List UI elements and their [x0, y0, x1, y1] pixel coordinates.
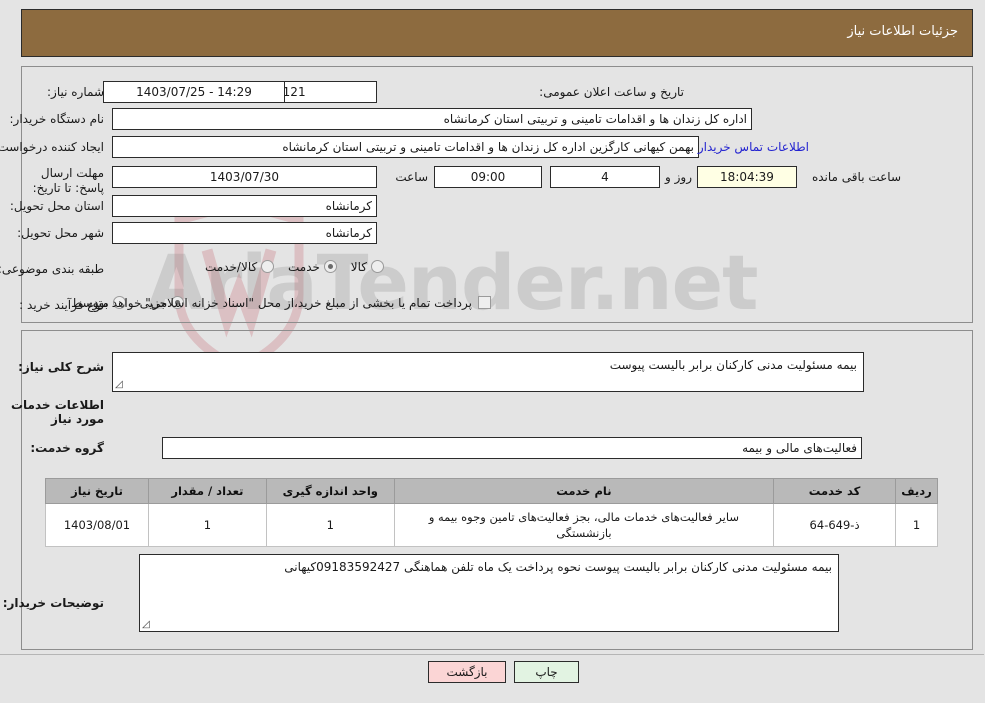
cell-quantity: 1	[148, 503, 268, 547]
buyer-notes-text: بیمه مسئولیت مدنی کارکنان برابر بالیست پ…	[285, 560, 833, 574]
deadline-days-label: روز و	[666, 170, 693, 184]
radio-khedmat[interactable]	[324, 260, 338, 273]
service-items-table: ردیف کد خدمت نام خدمت واحد اندازه گیری ت…	[46, 478, 939, 547]
back-button[interactable]: بازگشت	[429, 661, 507, 683]
delivery-city-label: شهر محل تحویل:	[18, 226, 105, 240]
treasury-checkbox[interactable]	[479, 296, 492, 309]
announce-datetime-label: تاریخ و ساعت اعلان عمومی:	[540, 85, 685, 99]
delivery-province-field[interactable]: کرمانشاه	[113, 195, 378, 217]
page-title: جزئیات اطلاعات نیاز	[848, 24, 959, 39]
cell-need-date: 1403/08/01	[46, 503, 150, 547]
subject-classification-radio-group[interactable]: کالا خدمت کالا/خدمت	[196, 260, 385, 274]
deadline-timer-label: ساعت باقی مانده	[812, 170, 902, 184]
buyer-notes-textarea[interactable]: بیمه مسئولیت مدنی کارکنان برابر بالیست پ…	[140, 554, 840, 632]
deadline-time-label: ساعت	[396, 170, 429, 184]
treasury-checkbox-group[interactable]: پرداخت تمام یا بخشی از مبلغ خرید،از محل …	[90, 296, 492, 310]
col-need-date: تاریخ نیاز	[46, 478, 150, 504]
buyer-org-label: نام دستگاه خریدار:	[10, 112, 106, 126]
table-row: 1 ذ-649-64 سایر فعالیت‌های خدمات مالی، ب…	[46, 503, 939, 547]
cell-unit: 1	[266, 503, 396, 547]
col-unit: واحد اندازه گیری	[266, 478, 396, 504]
subject-classification-label: طبقه بندی موضوعی:	[0, 262, 105, 276]
deadline-time-field[interactable]: 09:00	[435, 166, 543, 188]
resize-grip-icon[interactable]: ◺	[116, 379, 126, 390]
radio-kala-khedmat-label: کالا/خدمت	[206, 260, 259, 274]
table-header-row: ردیف کد خدمت نام خدمت واحد اندازه گیری ت…	[46, 478, 939, 504]
radio-kala-label: کالا	[351, 260, 368, 274]
cell-service-name: سایر فعالیت‌های خدمات مالی، بجز فعالیت‌ه…	[394, 503, 776, 547]
deadline-timer-field: 18:04:39	[698, 166, 798, 188]
need-number-label: شماره نیاز:	[48, 85, 105, 99]
general-description-textarea[interactable]: بیمه مسئولیت مدنی کارکنان برابر بالیست پ…	[113, 352, 865, 392]
buyer-notes-label: توضیحات خریدار:	[3, 596, 105, 610]
deadline-days-field[interactable]: 4	[551, 166, 661, 188]
general-description-text: بیمه مسئولیت مدنی کارکنان برابر بالیست پ…	[610, 358, 858, 372]
cell-service-code: ذ-649-64	[774, 503, 898, 547]
col-service-code: کد خدمت	[774, 478, 898, 504]
radio-khedmat-label: خدمت	[289, 260, 321, 274]
resize-grip-icon[interactable]: ◺	[143, 619, 153, 630]
service-group-label: گروه خدمت:	[31, 441, 105, 455]
services-heading: اطلاعات خدمات مورد نیاز	[11, 398, 105, 426]
service-group-field[interactable]: فعالیت‌های مالی و بیمه	[163, 437, 863, 459]
buyer-contact-link[interactable]: اطلاعات تماس خریدار	[699, 140, 810, 154]
col-service-name: نام خدمت	[394, 478, 776, 504]
delivery-city-field[interactable]: کرمانشاه	[113, 222, 378, 244]
footer-divider	[0, 654, 985, 655]
col-quantity: تعداد / مقدار	[148, 478, 268, 504]
col-row-no: ردیف	[896, 478, 939, 504]
request-creator-label: ایجاد کننده درخواست:	[0, 140, 105, 154]
treasury-checkbox-label: پرداخت تمام یا بخشی از مبلغ خرید،از محل …	[90, 296, 473, 310]
deadline-date-field[interactable]: 1403/07/30	[113, 166, 378, 188]
buyer-org-field[interactable]: اداره کل زندان ها و اقدامات تامینی و ترب…	[113, 108, 753, 130]
announce-datetime-field[interactable]: 14:29 - 1403/07/25	[104, 81, 286, 103]
delivery-province-label: استان محل تحویل:	[10, 199, 105, 213]
request-creator-field[interactable]: بهمن کیهانی کارگزین اداره کل زندان ها و …	[113, 136, 700, 158]
deadline-label: مهلت ارسال پاسخ: تا تاریخ:	[33, 166, 105, 195]
header-bar: جزئیات اطلاعات نیاز	[22, 9, 974, 57]
general-description-label: شرح کلی نیاز:	[19, 360, 105, 374]
radio-kala[interactable]	[372, 260, 385, 273]
page-root: AriaTender.net جزئیات اطلاعات نیاز شماره…	[0, 0, 985, 703]
print-button[interactable]: چاپ	[515, 661, 580, 683]
cell-row-no: 1	[896, 503, 939, 547]
radio-kala-khedmat[interactable]	[262, 260, 276, 273]
